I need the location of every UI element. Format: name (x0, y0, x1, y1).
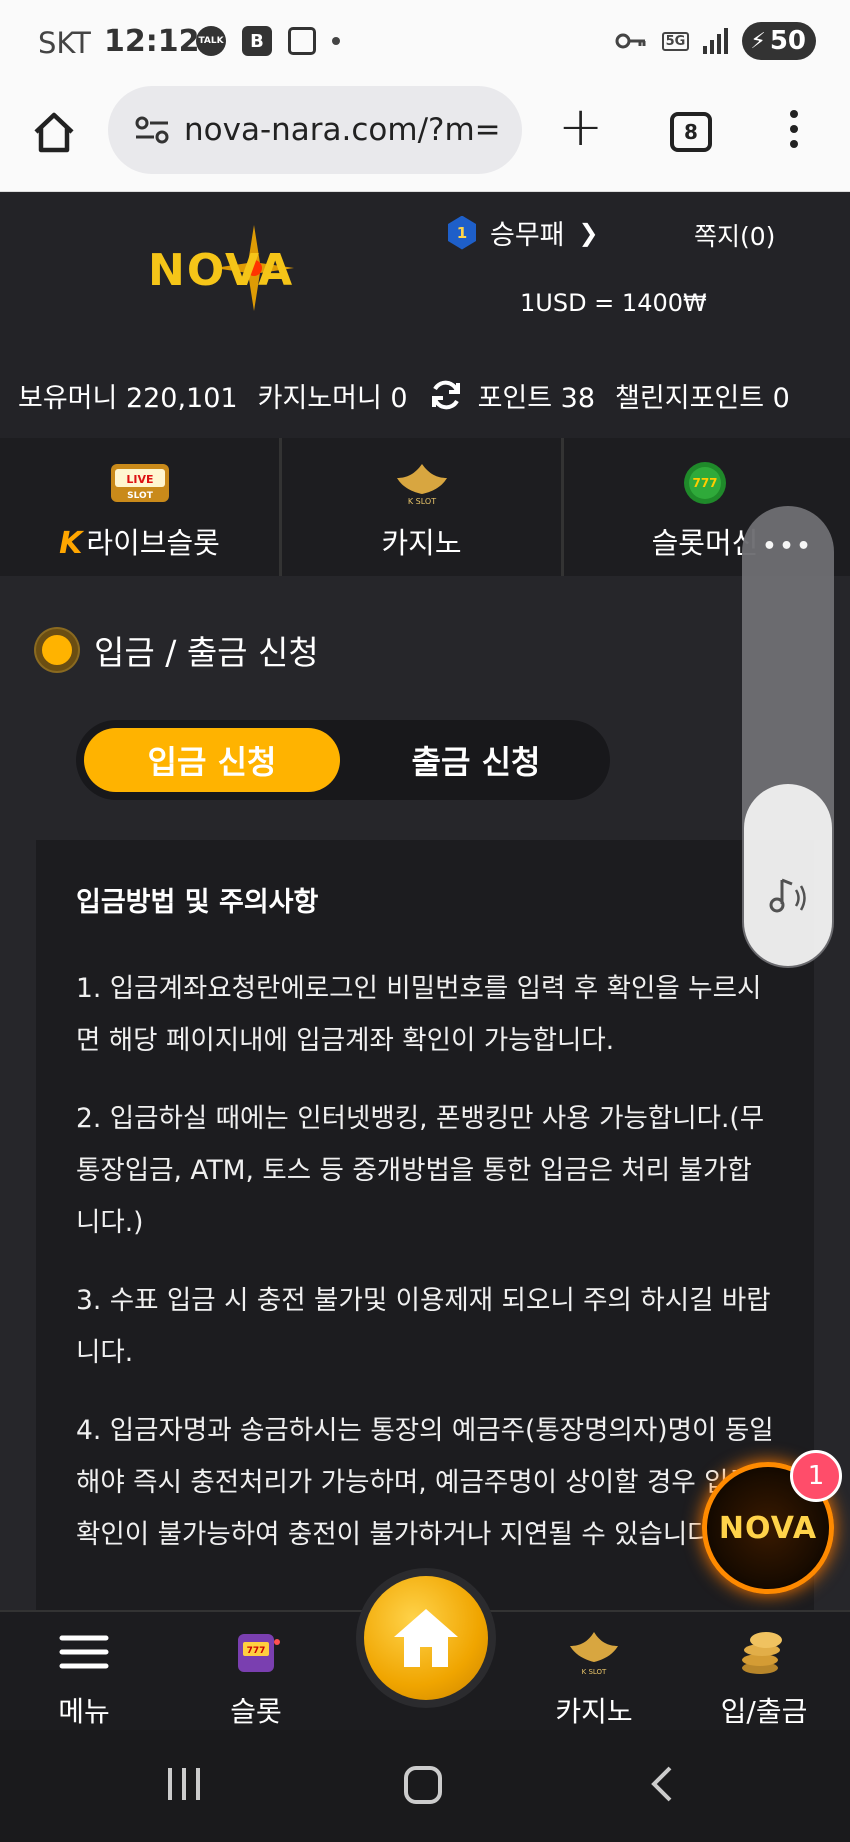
challenge-points-balance: 챌린지포인트 0 (615, 382, 790, 414)
notice-item: 2. 입금하실 때에는 인터넷뱅킹, 폰뱅킹만 사용 가능합니다.(무통장입금,… (76, 1103, 765, 1238)
address-bar[interactable]: nova-nara.com/?m= (108, 86, 522, 174)
tab-withdraw-request[interactable]: 출금 신청 (376, 728, 576, 792)
section-title: 입금 / 출금 신청 (94, 633, 319, 672)
category-label: 카지노 (381, 526, 462, 560)
nova-logo[interactable]: NOVA (144, 223, 324, 313)
user-menu[interactable]: 1 승무패 ❯ (448, 213, 599, 252)
category-live-slot[interactable]: LIVE SLOT K 라이브슬롯 (0, 438, 282, 576)
svg-text:LIVE: LIVE (126, 473, 153, 486)
signal-icon (703, 28, 729, 54)
url-text: nova-nara.com/?m= (184, 112, 501, 148)
svg-text:K SLOT: K SLOT (407, 497, 435, 506)
site-settings-icon[interactable] (134, 115, 170, 145)
more-options-icon[interactable]: ••• (742, 534, 834, 559)
money-balance: 보유머니 220,101 (18, 382, 238, 414)
category-casino[interactable]: K SLOT 카지노 (282, 438, 564, 576)
nav-label: 입/출금 (720, 1695, 808, 1728)
talk-icon: TALK (196, 26, 226, 56)
tab-deposit-request[interactable]: 입금 신청 (84, 728, 340, 792)
points-balance: 포인트 38 (477, 382, 596, 414)
k-brand-icon: K (59, 526, 83, 561)
new-tab-button[interactable]: + (558, 100, 603, 154)
home-button[interactable] (356, 1568, 496, 1708)
site-header: NOVA 1 승무패 ❯ 쪽지(0) 1USD = 1400₩ 보유머니 220… (0, 193, 850, 438)
k-slot-casino-icon: K SLOT (570, 1632, 618, 1676)
nav-casino[interactable]: K SLOT 카지노 (534, 1626, 654, 1730)
refresh-icon[interactable] (428, 377, 464, 413)
system-home-button[interactable] (404, 1766, 442, 1804)
nav-slot[interactable]: 777 슬롯 (196, 1626, 316, 1730)
browser-toolbar: nova-nara.com/?m= + 8 (0, 82, 850, 192)
rank-badge-icon: 1 (448, 215, 476, 250)
777-slots-icon: 777 (684, 462, 726, 504)
chevron-down-icon: ❯ (578, 218, 599, 247)
memo-link[interactable]: 쪽지(0) (694, 217, 775, 253)
deposit-withdraw-toggle: 입금 신청 출금 신청 (76, 720, 610, 800)
status-bar: SKT 12:12 TALK B 5G ⚡ 50 (0, 0, 850, 82)
deposit-notice: 입금방법 및 주의사항 1. 입금계좌요청란에로그인 비밀번호를 입력 후 확인… (36, 840, 814, 1620)
svg-text:K SLOT: K SLOT (582, 1668, 607, 1676)
svg-text:777: 777 (692, 476, 717, 490)
notice-item: 4. 입금자명과 송금하시는 통장의 예금주(통장명의자)명이 동일해야 즉시 … (76, 1415, 774, 1550)
live-slot-icon: LIVE SLOT (110, 464, 169, 502)
b-app-icon: B (242, 26, 272, 56)
volume-panel[interactable]: ••• (742, 506, 834, 968)
svg-text:777: 777 (247, 1646, 266, 1656)
section-bullet-icon (36, 629, 78, 671)
volume-slider-knob[interactable] (744, 784, 832, 966)
hamburger-icon (59, 1635, 109, 1669)
clock: 12:12 (104, 24, 200, 59)
back-icon[interactable] (650, 1764, 674, 1804)
nav-menu[interactable]: 메뉴 (24, 1626, 144, 1730)
svg-text:SLOT: SLOT (127, 491, 154, 501)
key-icon (615, 33, 646, 49)
username: 승무패 (490, 220, 565, 251)
balance-bar: 보유머니 220,101 카지노머니 0 포인트 38 챌린지포인트 0 (0, 371, 850, 419)
notice-heading: 입금방법 및 주의사항 (76, 887, 319, 918)
recents-button[interactable] (168, 1768, 200, 1800)
casino-money-balance: 카지노머니 0 (257, 382, 408, 414)
battery-icon: ⚡ 50 (742, 22, 816, 60)
category-label: 라이브슬롯 (86, 526, 220, 560)
browser-menu-icon[interactable] (790, 110, 800, 148)
category-nav: LIVE SLOT K 라이브슬롯 K SLOT 카지노 777 슬롯머신 (0, 438, 850, 576)
nav-label: 슬롯 (230, 1695, 282, 1728)
section-header: 입금 / 출금 신청 (36, 626, 319, 674)
fab-logo-text: NOVA (718, 1510, 818, 1546)
nav-label: 메뉴 (58, 1695, 110, 1728)
notice-item: 1. 입금계좌요청란에로그인 비밀번호를 입력 후 확인을 누르시면 해당 페이… (76, 973, 762, 1056)
tab-switcher-button[interactable]: 8 (670, 112, 712, 152)
more-notifications-icon (332, 37, 340, 45)
system-navigation (0, 1730, 850, 1842)
k-slot-casino-icon: K SLOT (396, 464, 447, 506)
logo-text: NOVA (148, 245, 295, 296)
home-icon (394, 1609, 458, 1667)
screenshot-icon (288, 27, 316, 55)
system-icons: 5G ⚡ 50 (614, 22, 816, 60)
notification-badge: 1 (790, 1450, 842, 1502)
nav-deposit-withdraw[interactable]: 입/출금 (704, 1626, 824, 1730)
exchange-rate: 1USD = 1400₩ (520, 289, 707, 317)
coins-icon (742, 1632, 782, 1674)
notice-item: 3. 수표 입금 시 충전 불가및 이용제재 되오니 주의 하시길 바랍니다. (76, 1285, 771, 1368)
slot-machine-icon: 777 (238, 1634, 280, 1672)
5g-icon: 5G (661, 31, 690, 51)
notification-icons: TALK B (196, 26, 340, 56)
battery-level: 50 (769, 26, 806, 56)
main-content: 입금 / 출금 신청 입금 신청 출금 신청 입금방법 및 주의사항 1. 입금… (0, 576, 850, 1620)
nav-label: 카지노 (555, 1695, 633, 1728)
carrier-label: SKT (38, 26, 91, 60)
media-volume-icon (769, 878, 806, 913)
home-icon[interactable] (30, 108, 78, 156)
